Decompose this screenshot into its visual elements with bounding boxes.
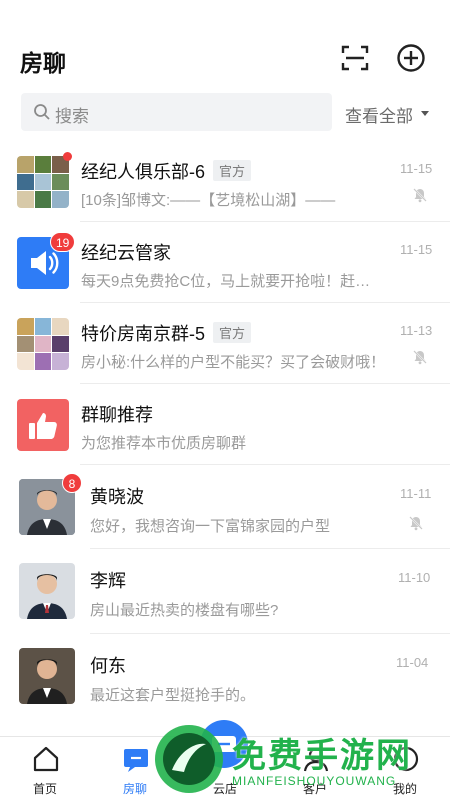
official-tag: 官方	[213, 322, 252, 343]
tab-home[interactable]: 首页	[10, 737, 80, 800]
watermark-logo	[155, 725, 223, 793]
search-row: 搜索 查看全部	[0, 92, 450, 132]
mute-bell-icon	[413, 350, 427, 365]
unread-dot	[63, 152, 72, 161]
list-item[interactable]: 群聊推荐 为您推荐本市优质房聊群	[0, 384, 450, 465]
group-avatar	[17, 318, 69, 370]
avatar	[19, 563, 75, 619]
conversation-time: 11-13	[400, 323, 433, 338]
plus-circle-icon[interactable]	[396, 43, 426, 73]
conversation-name: 经纪人俱乐部-6 官方	[81, 158, 252, 184]
list-item[interactable]: 经纪人俱乐部-6 官方 11-15 [10条]邹博文:——【艺境松山湖】——	[0, 140, 450, 222]
list-item[interactable]: 李辉 11-10 房山最近热卖的楼盘有哪些?	[0, 549, 450, 634]
group-avatar	[17, 156, 69, 208]
recommend-avatar	[17, 399, 69, 451]
top-header: 房聊	[0, 0, 450, 88]
conversation-preview: 您好，我想咨询一下富锦家园的户型	[90, 518, 331, 535]
list-item[interactable]: 8 黄晓波 11-11 您好，我想咨询一下富锦家园的户型	[0, 465, 450, 549]
thumbs-up-icon	[29, 413, 57, 439]
conversation-name: 特价房南京群-5 官方	[81, 320, 252, 346]
conversation-time: 11-04	[396, 655, 429, 670]
tab-label: 首页	[32, 782, 57, 796]
watermark-title: 免费手游网	[232, 737, 412, 775]
person-photo-icon	[19, 563, 75, 619]
conversation-preview: 房小秘:什么样的户型不能买？买了会破财哦！	[81, 354, 386, 371]
avatar	[19, 648, 75, 704]
conversation-list: 经纪人俱乐部-6 官方 11-15 [10条]邹博文:——【艺境松山湖】—— 19…	[0, 140, 450, 719]
conversation-name: 李辉	[90, 571, 126, 591]
conversation-time: 11-15	[400, 242, 433, 257]
watermark: 免费手游网 MIANFEISHOUYOUWANG	[152, 722, 450, 800]
search-placeholder: 搜索	[55, 107, 89, 126]
person-photo-icon	[19, 648, 75, 704]
mute-bell-icon	[409, 516, 423, 531]
caret-down-icon[interactable]	[421, 111, 429, 116]
list-item[interactable]: 何东 11-04 最近这套户型挺抢手的。	[0, 634, 450, 719]
unread-badge: 8	[62, 473, 82, 493]
conversation-preview: [10条]邹博文:——【艺境松山湖】——	[81, 192, 336, 209]
watermark-subtitle: MIANFEISHOUYOUWANG	[232, 774, 397, 788]
search-icon	[34, 104, 50, 120]
official-tag: 官方	[213, 160, 252, 181]
scan-icon[interactable]	[340, 43, 370, 73]
conversation-name: 黄晓波	[90, 487, 144, 507]
unread-badge: 19	[50, 232, 76, 252]
home-icon	[33, 746, 59, 772]
conversation-preview: 为您推荐本市优质房聊群	[81, 435, 247, 452]
conversation-time: 11-11	[400, 486, 432, 501]
search-input[interactable]: 搜索	[21, 93, 332, 131]
conversation-name: 何东	[90, 656, 126, 676]
conversation-preview: 最近这套户型挺抢手的。	[90, 687, 256, 704]
conversation-preview: 房山最近热卖的楼盘有哪些?	[90, 602, 279, 619]
chat-icon	[124, 749, 148, 772]
conversation-time: 11-10	[398, 570, 431, 585]
conversation-name: 经纪云管家	[81, 243, 171, 263]
list-item[interactable]: 19 经纪云管家 11-15 每天9点免费抢C位，马上就要开抢啦！赶…	[0, 222, 450, 303]
conversation-preview: 每天9点免费抢C位，马上就要开抢啦！赶…	[81, 273, 371, 290]
view-all-dropdown[interactable]: 查看全部	[345, 102, 413, 127]
mute-bell-icon	[413, 188, 427, 203]
page-title: 房聊	[20, 50, 66, 76]
conversation-time: 11-15	[400, 161, 433, 176]
conversation-name: 群聊推荐	[81, 405, 153, 425]
list-item[interactable]: 特价房南京群-5 官方 11-13 房小秘:什么样的户型不能买？买了会破财哦！	[0, 303, 450, 384]
